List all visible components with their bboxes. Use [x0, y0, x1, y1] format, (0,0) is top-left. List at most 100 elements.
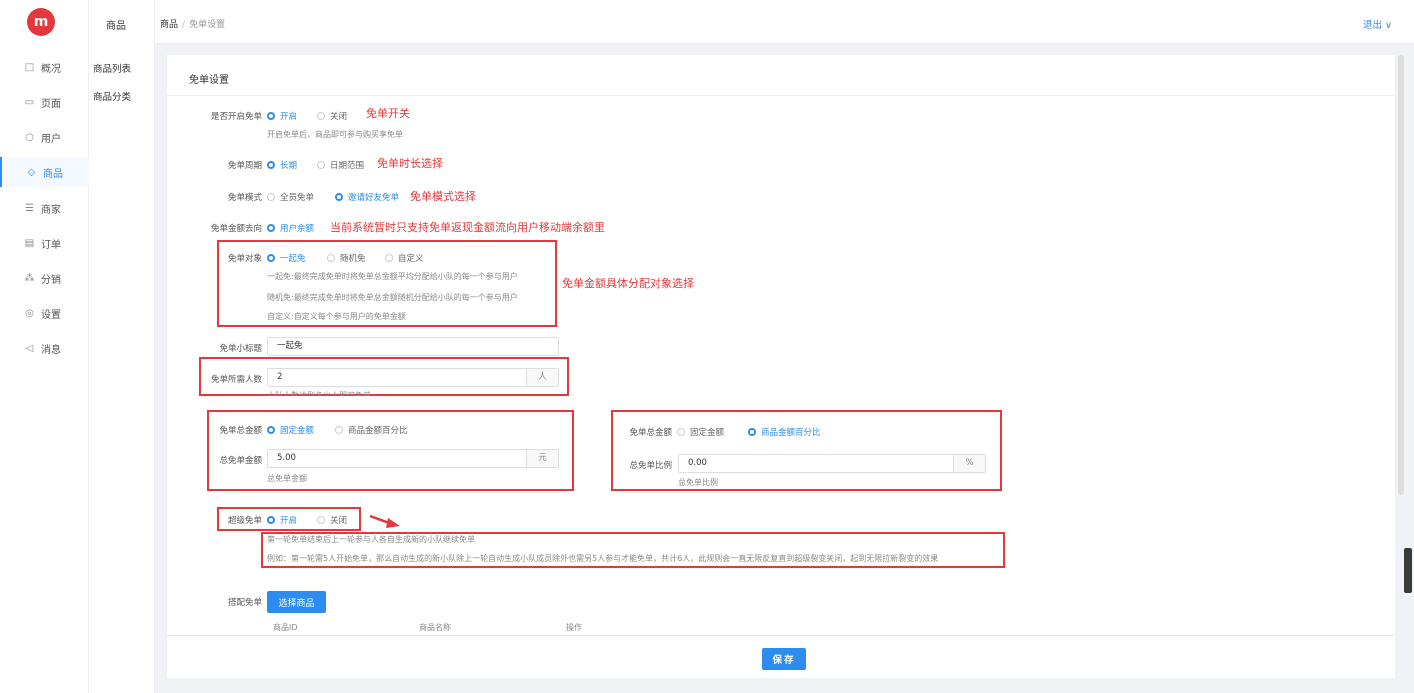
- super-hint-example: 例如：第一轮需5人开始免单，那么自动生成的新小队除上一轮自动生成小队成员除外也需…: [267, 554, 939, 563]
- sub-item-goods-category[interactable]: 商品分类: [93, 89, 131, 103]
- sub-sidebar: 商品 商品列表 商品分类: [89, 0, 155, 693]
- annotation-target: 免单金额具体分配对象选择: [562, 277, 694, 290]
- nav-item-settings[interactable]: ◎ 设置: [0, 298, 89, 328]
- enable-hint: 开启免单后，商品即可参与购买享免单: [267, 130, 403, 139]
- breadcrumb: 商品 / 免单设置: [160, 17, 225, 30]
- radio-dot: [317, 516, 325, 524]
- radio-label: 全员免单: [280, 193, 315, 203]
- nav-item-orders[interactable]: ▤ 订单: [0, 228, 89, 258]
- message-icon: ◁: [25, 342, 34, 354]
- nav-item-users[interactable]: ○ 用户: [0, 122, 89, 152]
- total-right-percent-radio[interactable]: 商品金额百分比: [748, 426, 821, 438]
- super-off-radio[interactable]: 关闭: [317, 514, 347, 526]
- subtitle-label: 免单小标题: [219, 344, 262, 354]
- save-button[interactable]: 保存: [762, 648, 806, 670]
- target-custom-radio[interactable]: 自定义: [385, 252, 424, 264]
- logout-link[interactable]: 退出 ∨: [1363, 17, 1392, 31]
- nav-item-overview[interactable]: □ 概况: [0, 52, 89, 82]
- side-drag-handle[interactable]: [1404, 548, 1412, 593]
- radio-dot: [335, 193, 343, 201]
- distribution-icon: ⁂: [24, 272, 35, 284]
- overview-icon: □: [24, 61, 35, 73]
- footer-bar: 保存: [167, 635, 1395, 678]
- super-on-radio[interactable]: 开启: [267, 514, 297, 526]
- radio-label: 长期: [280, 161, 298, 171]
- people-hint: 小队人数达到多少人即可免单: [267, 391, 371, 396]
- breadcrumb-root[interactable]: 商品: [160, 20, 178, 30]
- super-label: 超级免单: [227, 516, 262, 526]
- radio-label: 商品金额百分比: [761, 428, 821, 438]
- ratio-input[interactable]: 0.00%: [678, 454, 986, 473]
- radio-dot: [385, 254, 393, 262]
- ratio-value: 0.00: [688, 458, 707, 468]
- radio-label: 开启: [280, 112, 298, 122]
- radio-label: 固定金额: [690, 428, 725, 438]
- settings-icon: ◎: [25, 307, 34, 319]
- people-input-value: 2: [277, 372, 283, 382]
- order-icon: ▤: [24, 237, 35, 249]
- nav-item-distribution[interactable]: ⁂ 分销: [0, 263, 89, 293]
- radio-label: 自定义: [398, 254, 424, 264]
- table-header-name: 商品名称: [419, 623, 451, 632]
- mode-all-radio[interactable]: 全员免单: [267, 191, 314, 203]
- ratio-label: 总免单比例: [629, 461, 672, 471]
- target-label: 免单对象: [227, 254, 262, 264]
- enable-on-radio[interactable]: 开启: [267, 110, 297, 122]
- total-left-percent-radio[interactable]: 商品金额百分比: [335, 424, 408, 436]
- total-amount-hint: 总免单金额: [267, 474, 307, 483]
- sub-item-goods-list[interactable]: 商品列表: [93, 61, 131, 75]
- annotation-period: 免单时长选择: [377, 157, 443, 170]
- nav-label: 商品: [43, 168, 63, 180]
- target-together-radio[interactable]: 一起免: [267, 252, 306, 264]
- period-label: 免单周期: [227, 161, 262, 171]
- target-random-radio[interactable]: 随机免: [327, 252, 366, 264]
- total-left-label: 免单总金额: [219, 426, 262, 436]
- page-scrollbar[interactable]: [1398, 55, 1404, 495]
- subtitle-input[interactable]: 一起免: [267, 337, 559, 356]
- select-goods-button[interactable]: 选择商品: [267, 591, 326, 613]
- radio-dot: [267, 224, 275, 232]
- radio-dot: [267, 516, 275, 524]
- annotation-enable: 免单开关: [366, 107, 410, 120]
- card-divider: [167, 95, 1395, 96]
- goods-icon: ◇: [27, 166, 36, 178]
- enable-off-radio[interactable]: 关闭: [317, 110, 347, 122]
- radio-label: 关闭: [330, 112, 348, 122]
- radio-label: 邀请好友免单: [348, 193, 400, 203]
- period-range-radio[interactable]: 日期范围: [317, 159, 364, 171]
- subtitle-input-value: 一起免: [277, 341, 303, 351]
- destination-balance-radio[interactable]: 用户余额: [267, 222, 314, 234]
- ratio-hint: 总免单比例: [678, 478, 718, 487]
- sub-sidebar-title: 商品: [106, 21, 126, 32]
- nav-label: 消息: [41, 344, 61, 356]
- total-amount-input[interactable]: 5.00 元: [267, 449, 559, 468]
- nav-item-merchant[interactable]: ☰ 商家: [0, 193, 89, 223]
- page-icon: ▭: [24, 96, 35, 108]
- total-amount-suffix: 元: [526, 450, 558, 467]
- enable-label: 是否开启免单: [210, 112, 262, 122]
- user-icon: ○: [25, 131, 34, 143]
- radio-label: 日期范围: [330, 161, 365, 171]
- nav-item-goods[interactable]: ◇ 商品: [0, 157, 89, 187]
- target-hint-random: 随机免:最终完成免单时将免单总金额随机分配给小队的每一个参与用户: [267, 293, 518, 302]
- radio-label: 关闭: [330, 516, 348, 526]
- period-long-radio[interactable]: 长期: [267, 159, 297, 171]
- people-input[interactable]: 2人: [267, 368, 559, 387]
- nav-item-messages[interactable]: ◁ 消息: [0, 333, 89, 363]
- annotation-mode: 免单模式选择: [410, 190, 476, 203]
- main-sidebar: m □ 概况 ▭ 页面 ○ 用户 ◇ 商品 ☰ 商家 ▤ 订单 ⁂ 分销 ◎ 设置 ◁ 消息: [0, 0, 89, 693]
- total-left-fixed-radio[interactable]: 固定金额: [267, 424, 314, 436]
- radio-dot: [267, 161, 275, 169]
- mode-label: 免单模式: [227, 193, 262, 203]
- app-logo[interactable]: m: [27, 8, 55, 36]
- annotation-box-total-percent: [611, 410, 1002, 491]
- mode-invite-radio[interactable]: 邀请好友免单: [335, 191, 399, 203]
- radio-label: 固定金额: [280, 426, 315, 436]
- nav-label: 商家: [41, 204, 61, 216]
- radio-label: 开启: [280, 516, 298, 526]
- target-hint-custom: 自定义:自定义每个参与用户的免单金额: [267, 312, 406, 321]
- nav-item-pages[interactable]: ▭ 页面: [0, 87, 89, 117]
- total-right-fixed-radio[interactable]: 固定金额: [677, 426, 724, 438]
- radio-dot: [335, 426, 343, 434]
- radio-label: 用户余额: [280, 224, 315, 234]
